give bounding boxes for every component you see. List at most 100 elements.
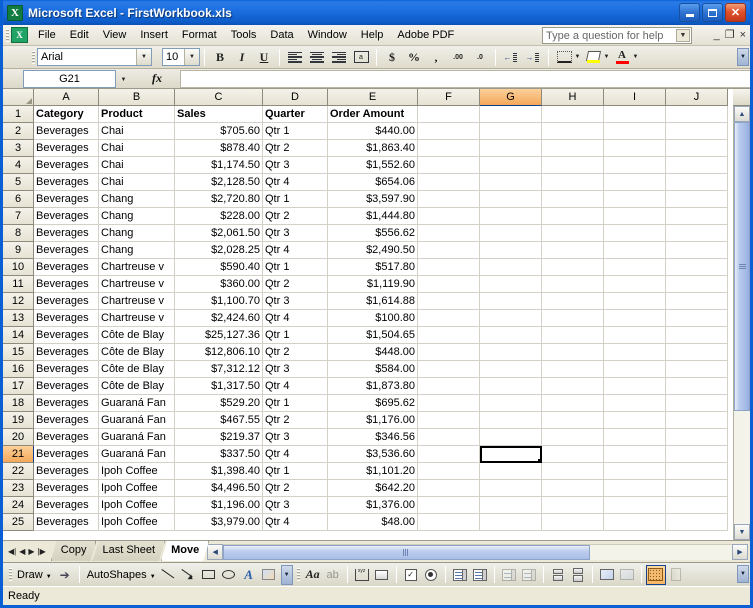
row-header-8[interactable]: 8 [3, 225, 34, 242]
menu-window[interactable]: Window [301, 27, 354, 43]
cell-D4[interactable]: Qtr 3 [263, 157, 328, 174]
cell-J14[interactable] [666, 327, 728, 344]
cell-C1[interactable]: Sales [175, 106, 263, 123]
cell-I11[interactable] [604, 276, 666, 293]
increase-indent-button[interactable]: → [522, 47, 544, 67]
cell-J17[interactable] [666, 378, 728, 395]
cell-J15[interactable] [666, 344, 728, 361]
cell-I6[interactable] [604, 191, 666, 208]
cell-B9[interactable]: Chang [99, 242, 175, 259]
cell-F24[interactable] [418, 497, 480, 514]
cell-C3[interactable]: $878.40 [175, 140, 263, 157]
spin-button-button[interactable] [519, 565, 539, 585]
cell-C18[interactable]: $529.20 [175, 395, 263, 412]
cell-F18[interactable] [418, 395, 480, 412]
cell-H15[interactable] [542, 344, 604, 361]
cell-B11[interactable]: Chartreuse v [99, 276, 175, 293]
text-box-button[interactable]: Aa [303, 565, 323, 585]
menu-help[interactable]: Help [354, 27, 391, 43]
row-header-11[interactable]: 11 [3, 276, 34, 293]
menu-adobe-pdf[interactable]: Adobe PDF [390, 27, 461, 43]
cell-C22[interactable]: $1,398.40 [175, 463, 263, 480]
cell-E7[interactable]: $1,444.80 [328, 208, 418, 225]
row-header-25[interactable]: 25 [3, 514, 34, 531]
cell-H2[interactable] [542, 123, 604, 140]
font-color-button[interactable]: A [611, 47, 633, 67]
row-header-1[interactable]: 1 [3, 106, 34, 123]
row-header-15[interactable]: 15 [3, 344, 34, 361]
cell-E4[interactable]: $1,552.60 [328, 157, 418, 174]
arrow-button[interactable] [179, 565, 199, 585]
cell-B7[interactable]: Chang [99, 208, 175, 225]
column-header-b[interactable]: B [99, 89, 175, 106]
font-size-dropdown-icon[interactable]: ▼ [184, 49, 199, 65]
cell-E10[interactable]: $517.80 [328, 259, 418, 276]
cell-J16[interactable] [666, 361, 728, 378]
cell-F10[interactable] [418, 259, 480, 276]
cell-G7[interactable] [480, 208, 542, 225]
scroll-left-button[interactable]: ◀ [207, 543, 224, 560]
maximize-button[interactable] [702, 3, 723, 22]
cell-G8[interactable] [480, 225, 542, 242]
cell-D16[interactable]: Qtr 3 [263, 361, 328, 378]
cell-C24[interactable]: $1,196.00 [175, 497, 263, 514]
cell-H3[interactable] [542, 140, 604, 157]
cell-F4[interactable] [418, 157, 480, 174]
underline-button[interactable]: U [253, 47, 275, 67]
cell-H22[interactable] [542, 463, 604, 480]
cell-D3[interactable]: Qtr 2 [263, 140, 328, 157]
drawing-toolbar-grip[interactable] [6, 566, 14, 583]
cell-E5[interactable]: $654.06 [328, 174, 418, 191]
cell-H24[interactable] [542, 497, 604, 514]
cell-J8[interactable] [666, 225, 728, 242]
cell-A18[interactable]: Beverages [34, 395, 99, 412]
close-button[interactable]: ✕ [725, 3, 746, 22]
cell-B23[interactable]: Ipoh Coffee [99, 480, 175, 497]
image-control-button[interactable] [568, 565, 588, 585]
cell-D17[interactable]: Qtr 4 [263, 378, 328, 395]
cell-G12[interactable] [480, 293, 542, 310]
cell-G22[interactable] [480, 463, 542, 480]
cell-B24[interactable]: Ipoh Coffee [99, 497, 175, 514]
help-search-box[interactable]: Type a question for help ▼ [542, 27, 692, 44]
cell-H11[interactable] [542, 276, 604, 293]
cell-G16[interactable] [480, 361, 542, 378]
cell-A6[interactable]: Beverages [34, 191, 99, 208]
cell-F17[interactable] [418, 378, 480, 395]
scroll-bar-button[interactable] [548, 565, 568, 585]
cell-D23[interactable]: Qtr 2 [263, 480, 328, 497]
cell-H1[interactable] [542, 106, 604, 123]
cell-B17[interactable]: Côte de Blay [99, 378, 175, 395]
cell-G5[interactable] [480, 174, 542, 191]
column-header-a[interactable]: A [34, 89, 99, 106]
cell-A5[interactable]: Beverages [34, 174, 99, 191]
cell-J13[interactable] [666, 310, 728, 327]
diagram-button[interactable] [259, 565, 279, 585]
cell-I12[interactable] [604, 293, 666, 310]
cell-B8[interactable]: Chang [99, 225, 175, 242]
select-all-button[interactable] [3, 89, 34, 106]
cell-B13[interactable]: Chartreuse v [99, 310, 175, 327]
cell-D7[interactable]: Qtr 2 [263, 208, 328, 225]
cell-A7[interactable]: Beverages [34, 208, 99, 225]
decrease-indent-button[interactable]: ← [500, 47, 522, 67]
select-objects-button[interactable]: ➔ [55, 565, 75, 585]
cell-F15[interactable] [418, 344, 480, 361]
row-header-17[interactable]: 17 [3, 378, 34, 395]
cell-F25[interactable] [418, 514, 480, 531]
cell-B16[interactable]: Côte de Blay [99, 361, 175, 378]
cell-H25[interactable] [542, 514, 604, 531]
cell-F12[interactable] [418, 293, 480, 310]
cell-J18[interactable] [666, 395, 728, 412]
cell-D24[interactable]: Qtr 3 [263, 497, 328, 514]
check-box-button[interactable]: ✓ [401, 565, 421, 585]
cell-D15[interactable]: Qtr 2 [263, 344, 328, 361]
cell-J10[interactable] [666, 259, 728, 276]
cell-C21[interactable]: $337.50 [175, 446, 263, 463]
active-cell[interactable] [480, 446, 542, 463]
cell-G25[interactable] [480, 514, 542, 531]
cell-B3[interactable]: Chai [99, 140, 175, 157]
cell-A25[interactable]: Beverages [34, 514, 99, 531]
cell-G17[interactable] [480, 378, 542, 395]
cell-G13[interactable] [480, 310, 542, 327]
